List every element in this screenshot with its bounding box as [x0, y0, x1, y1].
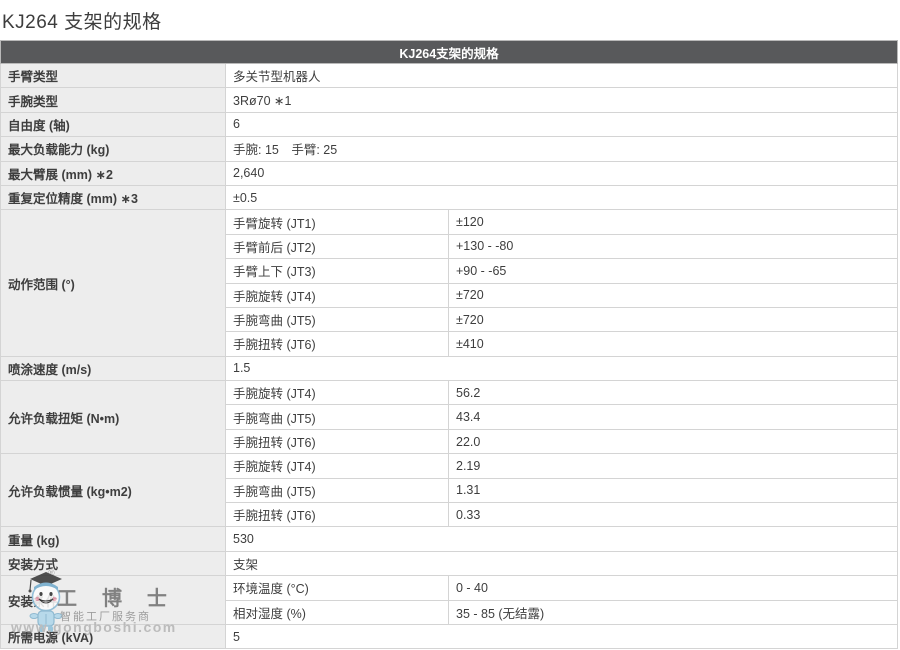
group-label: 安装条件	[1, 576, 226, 625]
row-value: 35 - 85 (无结露)	[449, 600, 898, 624]
row-value: 43.4	[449, 405, 898, 429]
row-value: ±720	[449, 283, 898, 307]
group-label: 允许负载惯量 (kg•m2)	[1, 454, 226, 527]
sub-row-label: 手腕旋转 (JT4)	[226, 381, 449, 405]
sub-row-label: 手腕扭转 (JT6)	[226, 429, 449, 453]
table-row: 最大臂展 (mm) ∗22,640	[1, 161, 898, 185]
table-row: 喷涂速度 (m/s)1.5	[1, 356, 898, 380]
spec-table-body: 手臂类型多关节型机器人手腕类型3Rø70 ∗1自由度 (轴)6最大负载能力 (k…	[1, 64, 898, 649]
table-row: 所需电源 (kVA)5	[1, 624, 898, 648]
group-label: 允许负载扭矩 (N•m)	[1, 381, 226, 454]
table-row: 最大负载能力 (kg)手腕: 15 手臂: 25	[1, 137, 898, 161]
sub-row-label: 手腕弯曲 (JT5)	[226, 307, 449, 331]
table-row: 手腕类型3Rø70 ∗1	[1, 88, 898, 112]
sub-row-label: 手臂上下 (JT3)	[226, 259, 449, 283]
row-value: ±120	[449, 210, 898, 234]
table-title: KJ264支架的规格	[1, 41, 898, 64]
row-value: 6	[226, 112, 898, 136]
row-value: 2.19	[449, 454, 898, 478]
row-label: 所需电源 (kVA)	[1, 624, 226, 648]
row-value: 0 - 40	[449, 576, 898, 600]
row-label: 喷涂速度 (m/s)	[1, 356, 226, 380]
row-label: 重量 (kg)	[1, 527, 226, 551]
row-label: 重复定位精度 (mm) ∗3	[1, 185, 226, 209]
table-row: 重量 (kg)530	[1, 527, 898, 551]
spec-table: KJ264支架的规格 手臂类型多关节型机器人手腕类型3Rø70 ∗1自由度 (轴…	[0, 40, 898, 649]
sub-row-label: 手腕扭转 (JT6)	[226, 503, 449, 527]
row-label: 自由度 (轴)	[1, 112, 226, 136]
row-value: +130 - -80	[449, 234, 898, 258]
sub-row-label: 手臂前后 (JT2)	[226, 234, 449, 258]
table-row: 安装方式支架	[1, 551, 898, 575]
row-value: 多关节型机器人	[226, 64, 898, 88]
spec-page: KJ264 支架的规格 KJ264支架的规格 手臂类型多关节型机器人手腕类型3R…	[0, 0, 900, 650]
sub-row-label: 手臂旋转 (JT1)	[226, 210, 449, 234]
table-row: 允许负载扭矩 (N•m)手腕旋转 (JT4)56.2	[1, 381, 898, 405]
row-value: 手腕: 15 手臂: 25	[226, 137, 898, 161]
sub-row-label: 手腕旋转 (JT4)	[226, 283, 449, 307]
table-header-row: KJ264支架的规格	[1, 41, 898, 64]
table-row: 自由度 (轴)6	[1, 112, 898, 136]
row-label: 安装方式	[1, 551, 226, 575]
row-label: 最大臂展 (mm) ∗2	[1, 161, 226, 185]
row-label: 手腕类型	[1, 88, 226, 112]
group-label: 动作范围 (°)	[1, 210, 226, 356]
sub-row-label: 环境温度 (°C)	[226, 576, 449, 600]
row-value: 1.31	[449, 478, 898, 502]
sub-row-label: 手腕弯曲 (JT5)	[226, 405, 449, 429]
table-row: 手臂类型多关节型机器人	[1, 64, 898, 88]
sub-row-label: 相对湿度 (%)	[226, 600, 449, 624]
page-title: KJ264 支架的规格	[2, 7, 162, 34]
row-value: 0.33	[449, 503, 898, 527]
row-value: 530	[226, 527, 898, 551]
row-label: 手臂类型	[1, 64, 226, 88]
table-row: 允许负载惯量 (kg•m2)手腕旋转 (JT4)2.19	[1, 454, 898, 478]
row-value: 支架	[226, 551, 898, 575]
sub-row-label: 手腕弯曲 (JT5)	[226, 478, 449, 502]
table-row: 重复定位精度 (mm) ∗3±0.5	[1, 185, 898, 209]
row-value: 1.5	[226, 356, 898, 380]
row-label: 最大负载能力 (kg)	[1, 137, 226, 161]
row-value: +90 - -65	[449, 259, 898, 283]
row-value: 56.2	[449, 381, 898, 405]
row-value: 3Rø70 ∗1	[226, 88, 898, 112]
row-value: ±0.5	[226, 185, 898, 209]
table-row: 安装条件环境温度 (°C)0 - 40	[1, 576, 898, 600]
row-value: 22.0	[449, 429, 898, 453]
row-value: ±720	[449, 307, 898, 331]
sub-row-label: 手腕旋转 (JT4)	[226, 454, 449, 478]
table-row: 动作范围 (°)手臂旋转 (JT1)±120	[1, 210, 898, 234]
row-value: 2,640	[226, 161, 898, 185]
row-value: ±410	[449, 332, 898, 356]
sub-row-label: 手腕扭转 (JT6)	[226, 332, 449, 356]
row-value: 5	[226, 624, 898, 648]
